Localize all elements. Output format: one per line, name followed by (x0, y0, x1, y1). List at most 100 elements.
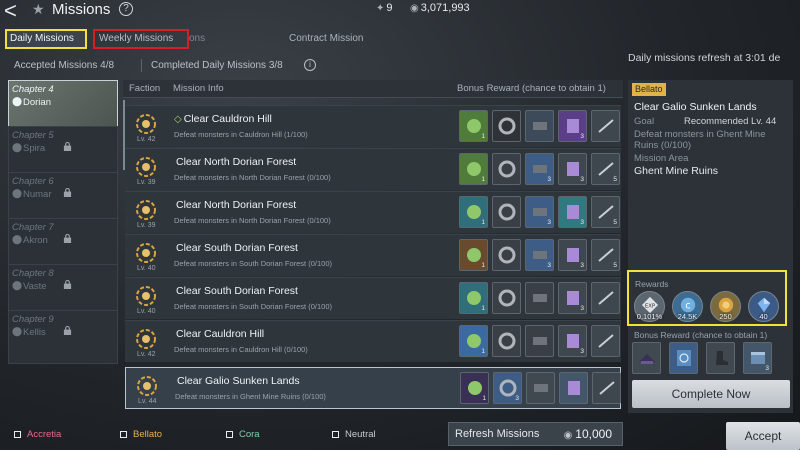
bonus-reward-item[interactable]: 3 (525, 239, 554, 271)
map-pin-icon: ⬤ (12, 326, 23, 336)
complete-now-button[interactable]: Complete Now (632, 380, 790, 408)
mission-row[interactable]: Lv. 44 Clear Galio Sunken Lands Defeat m… (125, 367, 621, 409)
tab-weekly-missions[interactable]: Weekly Missions (93, 29, 189, 49)
bonus-reward-item[interactable] (591, 282, 620, 314)
reward-item[interactable]: EXP 0.101% (634, 291, 665, 322)
checkbox[interactable] (226, 430, 233, 438)
legend-neutral[interactable]: Neutral (332, 429, 376, 440)
reward-item-icon (498, 160, 516, 178)
refresh-label: Refresh Missions (455, 428, 540, 440)
legend-cora[interactable]: Cora (226, 429, 260, 440)
mission-row[interactable]: Lv. 40 Clear South Dorian Forest Defeat … (125, 234, 621, 276)
bonus-reward-item[interactable] (492, 110, 521, 142)
checkbox[interactable] (14, 430, 21, 438)
info-icon[interactable]: i (304, 59, 316, 71)
bonus-reward-item[interactable]: 5 (591, 239, 620, 271)
help-icon[interactable]: ? (119, 2, 133, 16)
bonus-reward-item[interactable]: 1 (459, 153, 488, 185)
bonus-reward-item[interactable] (492, 325, 521, 357)
mission-area-value: Ghent Mine Ruins (634, 165, 719, 177)
bonus-reward-item[interactable]: 3 (493, 372, 522, 404)
scrollbar[interactable] (123, 100, 125, 170)
reward-item-icon (598, 119, 614, 133)
bonus-reward-item[interactable]: 3 (558, 239, 587, 271)
tab-contract-mission[interactable]: Contract Mission (289, 29, 363, 49)
bonus-reward-item[interactable]: 3 (558, 153, 587, 185)
bonus-reward-item[interactable] (525, 282, 554, 314)
bonus-reward-item[interactable] (526, 372, 555, 404)
tab-missions-partial[interactable]: ons (189, 29, 205, 49)
tab-daily-missions[interactable]: Daily Missions (5, 29, 87, 49)
mission-name-text: Clear Galio Sunken Lands (177, 375, 300, 387)
bonus-reward-item[interactable] (559, 372, 588, 404)
bonus-item[interactable]: 3 (743, 342, 772, 374)
refresh-missions-button[interactable]: Refresh Missions ◉ 10,000 (448, 422, 623, 446)
top-bar: < ★ Missions ? ✦ 9 ◉ 3,071,993 (0, 0, 800, 24)
bonus-reward-item[interactable]: 3 (525, 196, 554, 228)
item-quantity: 3 (580, 348, 584, 355)
bonus-item[interactable] (669, 342, 698, 374)
chapter-name: Akron (23, 235, 48, 246)
bonus-reward-item[interactable]: 1 (459, 239, 488, 271)
chapter-name: Dorian (23, 97, 51, 108)
boot-icon (716, 351, 728, 365)
mission-description: Defeat monsters in Ghent Mine Ruins (0/1… (634, 129, 766, 151)
item-quantity: 3 (547, 176, 551, 183)
chapter-number: Chapter 4 (12, 84, 54, 95)
chapter-name: Kellis (23, 327, 46, 338)
reward-item[interactable]: c 24.5K (672, 291, 703, 322)
bonus-item[interactable] (706, 342, 735, 374)
bonus-reward-item[interactable] (492, 239, 521, 271)
legend-accretia[interactable]: Accretia (14, 429, 61, 440)
table-header: Faction Mission Info Bonus Reward (chanc… (123, 80, 623, 98)
mission-table: Faction Mission Info Bonus Reward (chanc… (123, 80, 623, 413)
item-quantity: 3 (580, 262, 584, 269)
mission-row[interactable]: Lv. 40 Clear South Dorian Forest Defeat … (125, 277, 621, 319)
mission-row[interactable]: Lv. 42 Clear Cauldron Hill Defeat monste… (125, 320, 621, 362)
bonus-reward-item[interactable]: 5 (591, 153, 620, 185)
accept-button[interactable]: Accept (726, 422, 800, 450)
bonus-reward-item[interactable] (591, 110, 620, 142)
goal-label: Goal (634, 116, 655, 127)
bonus-reward-item[interactable]: 1 (459, 196, 488, 228)
bonus-reward-item[interactable]: 1 (459, 282, 488, 314)
bonus-reward-item[interactable] (591, 325, 620, 357)
mission-row[interactable]: Lv. 42 ◇ Clear Cauldron Hill Defeat monst… (125, 105, 621, 147)
lock-icon (63, 326, 72, 335)
bonus-reward-item[interactable]: 3 (558, 110, 587, 142)
bellato-faction-icon (136, 157, 156, 177)
legend-label: Cora (239, 429, 260, 440)
chapter-number: Chapter 8 (12, 268, 54, 279)
mission-name-text: Clear North Dorian Forest (176, 199, 297, 211)
bonus-reward-item[interactable]: 1 (460, 372, 489, 404)
bellato-faction-icon (137, 376, 157, 396)
bonus-reward-item[interactable]: 1 (459, 110, 488, 142)
star-icon: ★ (32, 1, 45, 17)
header-faction: Faction (129, 83, 161, 94)
bonus-reward-item[interactable]: 3 (558, 282, 587, 314)
checkbox[interactable] (120, 430, 127, 438)
mission-level: Lv. 39 (137, 179, 156, 186)
item-quantity: 3 (547, 262, 551, 269)
legend-bellato[interactable]: Bellato (120, 429, 162, 440)
bonus-reward-item[interactable]: 3 (558, 325, 587, 357)
mission-row[interactable]: Lv. 39 Clear North Dorian Forest Defeat … (125, 191, 621, 233)
reward-item[interactable]: 250 (710, 291, 741, 322)
checkbox[interactable] (332, 430, 339, 438)
bonus-reward-item[interactable] (492, 153, 521, 185)
bonus-reward-item[interactable] (525, 110, 554, 142)
chapter-item-kellis[interactable]: Chapter 9 ⬤ Kellis (8, 310, 118, 364)
bonus-reward-item[interactable] (492, 282, 521, 314)
bonus-reward-item[interactable]: 5 (591, 196, 620, 228)
bonus-reward-item[interactable]: 3 (525, 153, 554, 185)
bonus-item[interactable] (632, 342, 661, 374)
bonus-reward-item[interactable]: 3 (558, 196, 587, 228)
bonus-reward-item[interactable] (592, 372, 621, 404)
back-arrow-icon[interactable]: < (4, 0, 17, 24)
reward-item[interactable]: 40 (748, 291, 779, 322)
bonus-reward-item[interactable] (525, 325, 554, 357)
mission-row[interactable]: Lv. 39 Clear North Dorian Forest Defeat … (125, 148, 621, 190)
mission-name: Clear Cauldron Hill (174, 328, 264, 340)
bonus-reward-item[interactable]: 1 (459, 325, 488, 357)
bonus-reward-item[interactable] (492, 196, 521, 228)
